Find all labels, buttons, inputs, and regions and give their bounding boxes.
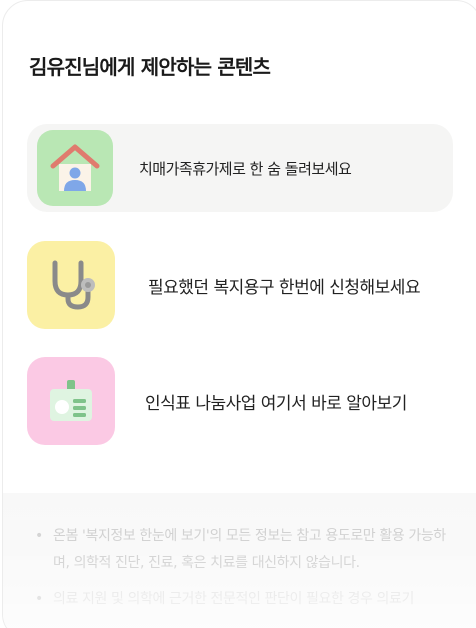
- disclaimer-line: 온봄 '복지정보 한눈에 보기'의 모든 정보는 참고 용도로만 활용 가능하며…: [35, 523, 455, 577]
- content-card: 김유진님에게 제안하는 콘텐츠 치매가족휴가제로 한 숨 돌려보세요 필요했던 …: [2, 0, 476, 628]
- page-title: 김유진님에게 제안하는 콘텐츠: [29, 55, 271, 79]
- content-item-label: 치매가족휴가제로 한 숨 돌려보세요: [139, 159, 352, 178]
- content-item-label: 필요했던 복지용구 한번에 신청해보세요: [148, 277, 421, 298]
- content-item-family-leave[interactable]: 치매가족휴가제로 한 숨 돌려보세요: [27, 124, 453, 212]
- content-item-welfare-equipment[interactable]: 필요했던 복지용구 한번에 신청해보세요: [27, 241, 421, 329]
- stethoscope-icon: [27, 241, 115, 329]
- disclaimer-line: 의료 지원 및 의학에 근거한 전문적인 판단이 필요한 경우 의료기: [35, 586, 455, 613]
- disclaimer-notice: 온봄 '복지정보 한눈에 보기'의 모든 정보는 참고 용도로만 활용 가능하며…: [3, 493, 476, 628]
- content-item-label: 인식표 나눔사업 여기서 바로 알아보기: [145, 393, 407, 414]
- content-item-id-tag[interactable]: 인식표 나눔사업 여기서 바로 알아보기: [27, 357, 407, 445]
- house-person-icon: [37, 130, 113, 206]
- id-card-icon: [27, 357, 115, 445]
